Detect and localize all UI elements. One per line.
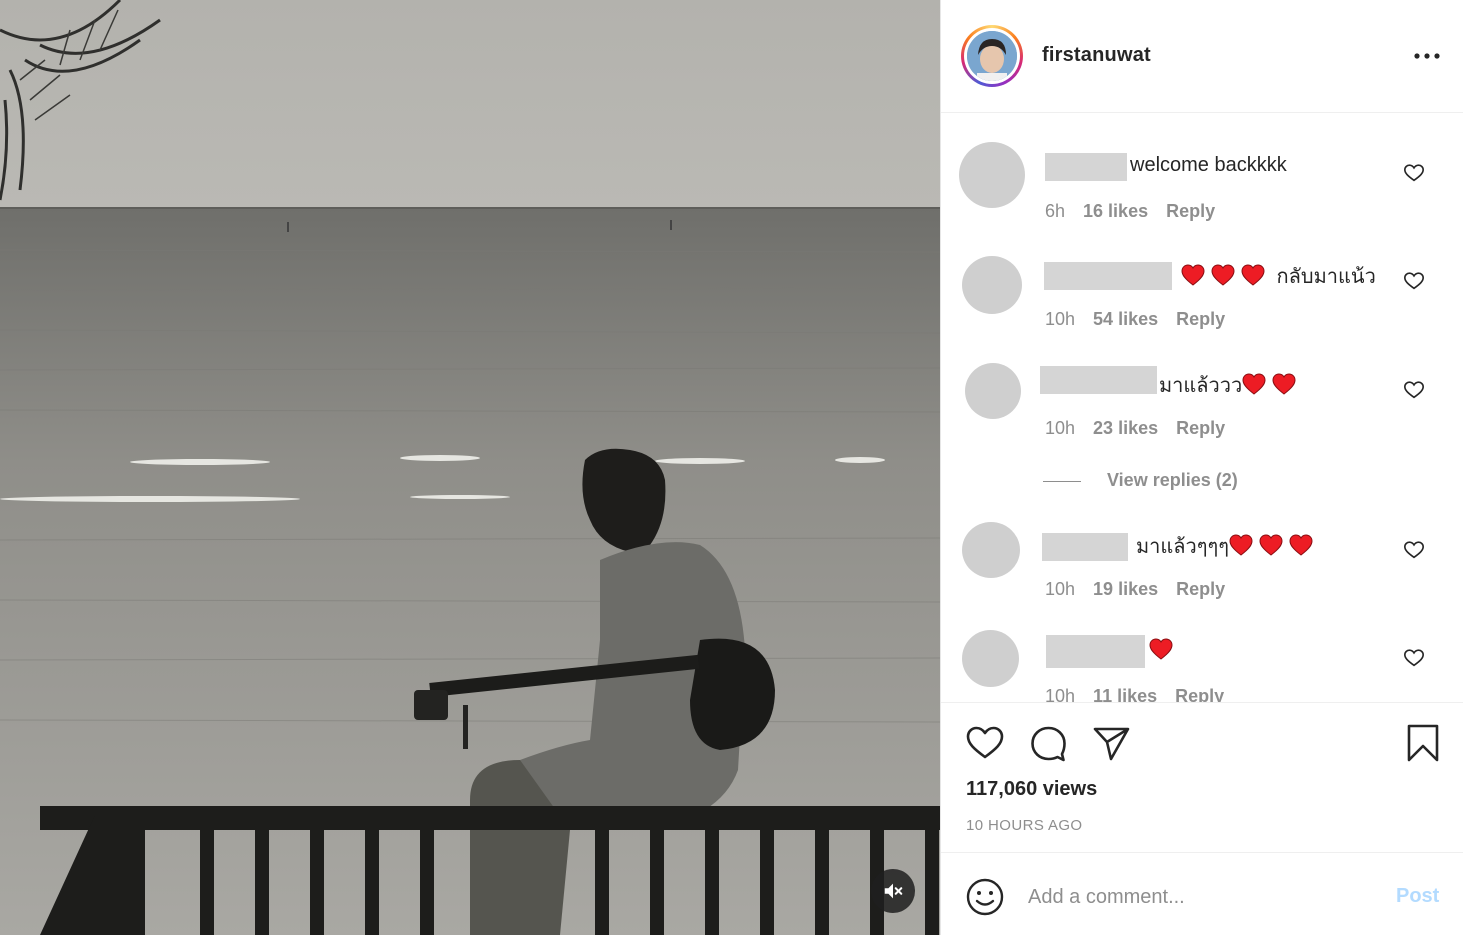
comment-username[interactable] (1044, 262, 1172, 290)
comment-meta: 10h 11 likes Reply (1045, 686, 1242, 702)
post-side-panel: firstanuwat welcome backkkk 6h 16 likes Re… (940, 0, 1463, 935)
red-heart-emoji-icon (1181, 264, 1205, 286)
red-heart-emoji-icon (1272, 373, 1296, 395)
comment-meta: 6h 16 likes Reply (1045, 201, 1233, 222)
comment-avatar[interactable] (959, 142, 1025, 208)
comment-text: welcome backkkk (1130, 154, 1287, 176)
comment-like-icon[interactable] (1403, 162, 1425, 184)
comment-avatar[interactable] (965, 363, 1021, 419)
post-username[interactable]: firstanuwat (1042, 44, 1151, 67)
post-timestamp[interactable]: 10 HOURS AGO (966, 817, 1083, 834)
view-replies-label: View replies (2) (1107, 470, 1238, 490)
smiley-icon[interactable] (965, 877, 1005, 917)
comment-like-icon[interactable] (1403, 539, 1425, 561)
reply-button[interactable]: Reply (1175, 686, 1224, 702)
red-heart-emoji-icon (1229, 534, 1253, 556)
red-heart-emoji-icon (1259, 534, 1283, 556)
comment-text (1149, 638, 1179, 663)
comment-time: 10h (1045, 686, 1076, 702)
comment-meta: 10h 54 likes Reply (1045, 309, 1243, 330)
reply-button[interactable]: Reply (1176, 309, 1225, 330)
comment-likes[interactable]: 23 likes (1093, 418, 1158, 439)
comment-username[interactable] (1045, 153, 1127, 181)
comment-avatar[interactable] (962, 630, 1019, 687)
comment-text-body: มาแล้วๆๆๆ (1136, 536, 1230, 558)
view-count[interactable]: 117,060 views (966, 778, 1097, 801)
add-comment-bar: Post (941, 852, 1463, 935)
comment-text-body: มาแล้ววว (1159, 375, 1243, 397)
post-header: firstanuwat (941, 0, 1463, 113)
comment-text: มาแล้วๆๆๆ (1136, 530, 1319, 562)
comments-list[interactable]: welcome backkkk 6h 16 likes Reply กลับมาแน… (941, 114, 1463, 702)
comment-like-icon[interactable] (1403, 379, 1425, 401)
comment-like-icon[interactable] (1403, 647, 1425, 669)
comment-bubble-icon[interactable] (1028, 723, 1068, 763)
comment-likes[interactable]: 11 likes (1093, 686, 1157, 702)
comment-time: 10h (1045, 418, 1076, 438)
comment-username[interactable] (1042, 533, 1128, 561)
red-heart-emoji-icon (1149, 638, 1173, 660)
more-options-button[interactable] (1411, 48, 1443, 64)
comment-time: 6h (1045, 201, 1066, 221)
comment-likes[interactable]: 54 likes (1093, 309, 1158, 330)
reply-button[interactable]: Reply (1166, 201, 1215, 222)
comment-like-icon[interactable] (1403, 270, 1425, 292)
comment-input[interactable] (1028, 879, 1388, 915)
heart-outline-icon[interactable] (965, 723, 1005, 763)
comment-text: กลับมาแน้ว (1181, 260, 1376, 292)
comment-avatar[interactable] (962, 256, 1022, 314)
comment-username[interactable] (1046, 635, 1145, 668)
comment-text: มาแล้ววว (1159, 369, 1302, 401)
comment-time: 10h (1045, 579, 1076, 599)
reply-button[interactable]: Reply (1176, 418, 1225, 439)
post-media-video[interactable] (0, 0, 940, 935)
view-replies-button[interactable]: View replies (2) (1043, 470, 1238, 491)
paper-plane-icon[interactable] (1091, 723, 1131, 763)
red-heart-emoji-icon (1211, 264, 1235, 286)
comment-meta: 10h 19 likes Reply (1045, 579, 1243, 600)
beach-guitar-photo (0, 0, 940, 935)
speaker-muted-icon (884, 883, 903, 899)
comment-avatar[interactable] (962, 522, 1020, 578)
profile-photo (967, 31, 1017, 81)
red-heart-emoji-icon (1289, 534, 1313, 556)
comment-meta: 10h 23 likes Reply (1045, 418, 1243, 439)
comment-likes[interactable]: 16 likes (1083, 201, 1148, 222)
avatar[interactable] (961, 25, 1023, 87)
bookmark-icon[interactable] (1403, 723, 1443, 763)
comment-username[interactable] (1040, 366, 1157, 394)
red-heart-emoji-icon (1241, 264, 1265, 286)
view-replies-divider (1043, 481, 1081, 482)
red-heart-emoji-icon (1242, 373, 1266, 395)
comment-text-body: กลับมาแน้ว (1271, 266, 1376, 288)
mute-toggle-button[interactable] (871, 869, 915, 913)
reply-button[interactable]: Reply (1176, 579, 1225, 600)
comment-likes[interactable]: 19 likes (1093, 579, 1158, 600)
comment-time: 10h (1045, 309, 1076, 329)
post-actions-bar: 117,060 views 10 HOURS AGO (941, 702, 1463, 852)
more-horizontal-icon (1414, 53, 1440, 59)
post-comment-button[interactable]: Post (1396, 885, 1439, 908)
